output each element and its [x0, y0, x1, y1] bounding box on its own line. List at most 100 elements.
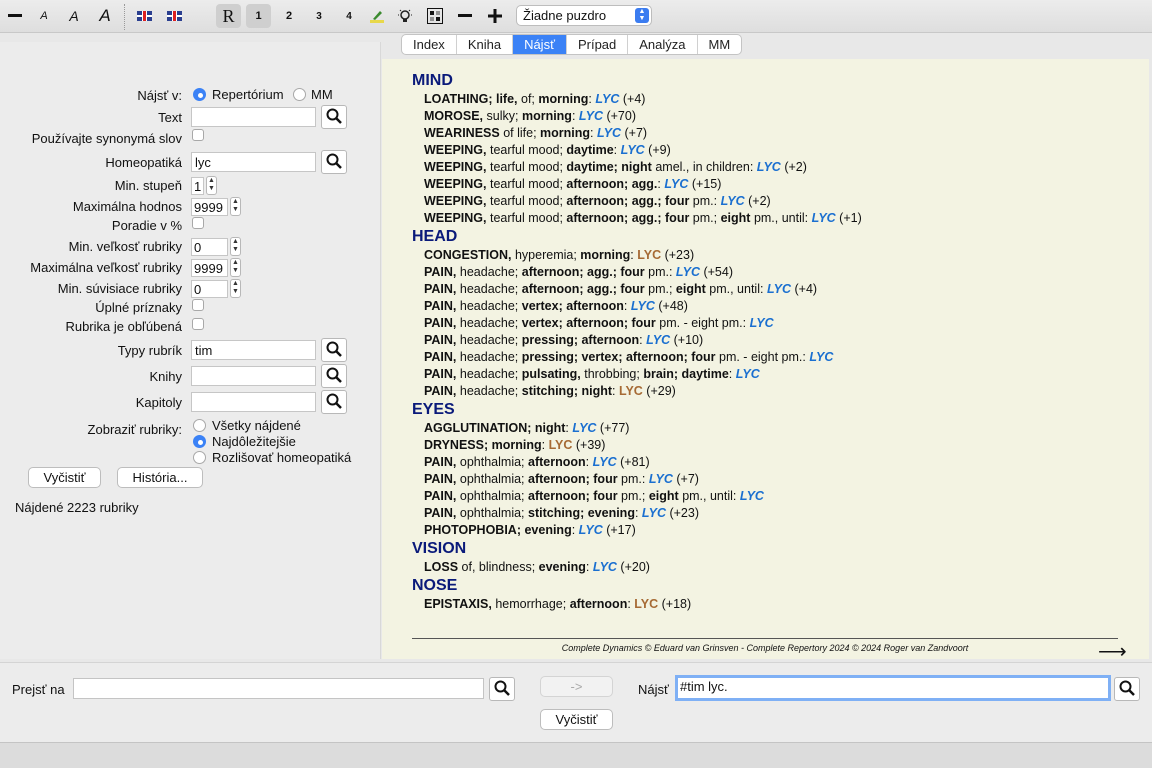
arrow-right-icon[interactable]: ⟶	[1098, 639, 1127, 664]
chapter-heading[interactable]: EYES	[412, 400, 1132, 420]
min-rubric-size-stepper[interactable]: ▲ ▼	[230, 237, 241, 256]
radio-repertory[interactable]	[193, 88, 206, 101]
tab-find[interactable]: Nájsť	[513, 35, 567, 54]
clear-find-button[interactable]: Vyčistiť	[540, 709, 613, 730]
goto-search-button[interactable]	[489, 677, 515, 701]
chapter-heading[interactable]: HEAD	[412, 227, 1132, 247]
remedy-box-dropdown[interactable]: Žiadne puzdro ▲ ▼	[516, 5, 652, 26]
remedy-link[interactable]: LYC	[646, 333, 670, 347]
synonyms-checkbox[interactable]	[192, 129, 204, 141]
chapter-heading[interactable]: NOSE	[412, 576, 1132, 596]
lightbulb-icon[interactable]	[395, 4, 415, 28]
rubric-row[interactable]: PHOTOPHOBIA; evening: LYC (+17)	[424, 522, 1132, 539]
minus-icon[interactable]	[455, 4, 475, 28]
remedy-link[interactable]: LYC	[637, 248, 661, 262]
rubric-row[interactable]: DRYNESS; morning: LYC (+39)	[424, 437, 1132, 454]
grid-icon[interactable]	[425, 4, 445, 28]
rubric-row[interactable]: WEEPING, tearful mood; daytime; night am…	[424, 159, 1132, 176]
rubric-row[interactable]: PAIN, ophthalmia; afternoon; four pm.: L…	[424, 471, 1132, 488]
min-rubric-size-input[interactable]: 0	[191, 238, 228, 256]
rubric-row[interactable]: PAIN, ophthalmia; afternoon: LYC (+81)	[424, 454, 1132, 471]
rubric-row[interactable]: PAIN, headache; vertex; afternoon; four …	[424, 315, 1132, 332]
remedy-link[interactable]: LYC	[634, 597, 658, 611]
tab-index[interactable]: Index	[402, 35, 457, 54]
remedy-link[interactable]: LYC	[631, 299, 655, 313]
rubric-row[interactable]: WEEPING, tearful mood; afternoon; agg.; …	[424, 193, 1132, 210]
remedy-link[interactable]: LYC	[767, 282, 791, 296]
remedy-link[interactable]: LYC	[812, 211, 836, 225]
rubric-row[interactable]: MOROSE, sulky; morning: LYC (+70)	[424, 108, 1132, 125]
tab-book[interactable]: Kniha	[457, 35, 514, 54]
degree-4-button[interactable]: 4	[338, 4, 360, 28]
tab-analysis[interactable]: Analýza	[628, 35, 698, 54]
chapter-heading[interactable]: VISION	[412, 539, 1132, 559]
full-symptoms-checkbox[interactable]	[192, 299, 204, 311]
max-rubric-size-input[interactable]: 9999	[191, 259, 228, 277]
font-small-button[interactable]: A	[35, 4, 53, 28]
remedy-search-button[interactable]	[321, 150, 347, 174]
flag-uk-icon[interactable]	[135, 4, 153, 28]
degree-2-button[interactable]: 2	[278, 4, 300, 28]
rubric-row[interactable]: PAIN, headache; pulsating, throbbing; br…	[424, 366, 1132, 383]
rubric-row[interactable]: LOATHING; life, of; morning: LYC (+4)	[424, 91, 1132, 108]
min-degree-stepper[interactable]: ▲ ▼	[206, 176, 217, 195]
zoom-out-icon[interactable]	[5, 4, 25, 28]
degree-3-button[interactable]: 3	[308, 4, 330, 28]
goto-input[interactable]	[73, 678, 484, 699]
goto-arrow-button[interactable]: ->	[540, 676, 613, 697]
font-medium-button[interactable]: A	[64, 4, 84, 28]
flag-uk-alt-icon[interactable]	[165, 4, 183, 28]
chapters-search-button[interactable]	[321, 390, 347, 414]
min-related-input[interactable]: 0	[191, 280, 228, 298]
remedy-link[interactable]: LYC	[757, 160, 781, 174]
tab-case[interactable]: Prípad	[567, 35, 629, 54]
rubric-row[interactable]: WEEPING, tearful mood; daytime: LYC (+9)	[424, 142, 1132, 159]
text-input[interactable]	[191, 107, 316, 127]
max-value-input[interactable]: 9999	[191, 198, 228, 216]
books-input[interactable]	[191, 366, 316, 386]
remedy-link[interactable]: LYC	[593, 455, 617, 469]
min-related-stepper[interactable]: ▲ ▼	[230, 279, 241, 298]
remedy-link[interactable]: LYC	[721, 194, 745, 208]
find-search-button[interactable]	[1114, 677, 1140, 701]
remedy-link[interactable]: LYC	[740, 489, 764, 503]
rubric-row[interactable]: WEEPING, tearful mood; afternoon; agg.: …	[424, 176, 1132, 193]
chapters-input[interactable]	[191, 392, 316, 412]
radio-show-important[interactable]	[193, 435, 206, 448]
remedy-link[interactable]: LYC	[736, 367, 760, 381]
remedy-link[interactable]: LYC	[621, 143, 645, 157]
order-percent-checkbox[interactable]	[192, 217, 204, 229]
remedy-input[interactable]: lyc	[191, 152, 316, 172]
rubric-row[interactable]: PAIN, headache; stitching; night: LYC (+…	[424, 383, 1132, 400]
r-toggle-button[interactable]: R	[216, 4, 241, 28]
remedy-link[interactable]: LYC	[549, 438, 573, 452]
plus-icon[interactable]	[485, 4, 505, 28]
remedy-link[interactable]: LYC	[572, 421, 596, 435]
rubric-row[interactable]: PAIN, headache; pressing; afternoon: LYC…	[424, 332, 1132, 349]
remedy-link[interactable]: LYC	[649, 472, 673, 486]
remedy-link[interactable]: LYC	[809, 350, 833, 364]
remedy-link[interactable]: LYC	[595, 92, 619, 106]
remedy-link[interactable]: LYC	[619, 384, 643, 398]
remedy-link[interactable]: LYC	[597, 126, 621, 140]
remedy-link[interactable]: LYC	[579, 109, 603, 123]
degree-1-button[interactable]: 1	[246, 4, 271, 28]
remedy-link[interactable]: LYC	[676, 265, 700, 279]
rubric-row[interactable]: LOSS of, blindness; evening: LYC (+20)	[424, 559, 1132, 576]
font-large-button[interactable]: A	[94, 4, 116, 28]
text-search-button[interactable]	[321, 105, 347, 129]
rubric-row[interactable]: WEARINESS of life; morning: LYC (+7)	[424, 125, 1132, 142]
rubric-types-search-button[interactable]	[321, 338, 347, 362]
rubric-row[interactable]: AGGLUTINATION; night: LYC (+77)	[424, 420, 1132, 437]
rubric-types-input[interactable]: tim	[191, 340, 316, 360]
clear-form-button[interactable]: Vyčistiť	[28, 467, 101, 488]
rubric-row[interactable]: PAIN, headache; afternoon; agg.; four pm…	[424, 264, 1132, 281]
rubric-row[interactable]: PAIN, ophthalmia; stitching; evening: LY…	[424, 505, 1132, 522]
remedy-link[interactable]: LYC	[593, 560, 617, 574]
rubric-row[interactable]: EPISTAXIS, hemorrhage; afternoon: LYC (+…	[424, 596, 1132, 613]
radio-show-differentiate[interactable]	[193, 451, 206, 464]
favorite-checkbox[interactable]	[192, 318, 204, 330]
rubric-row[interactable]: PAIN, ophthalmia; afternoon; four pm.; e…	[424, 488, 1132, 505]
remedy-link[interactable]: LYC	[642, 506, 666, 520]
rubric-row[interactable]: CONGESTION, hyperemia; morning: LYC (+23…	[424, 247, 1132, 264]
